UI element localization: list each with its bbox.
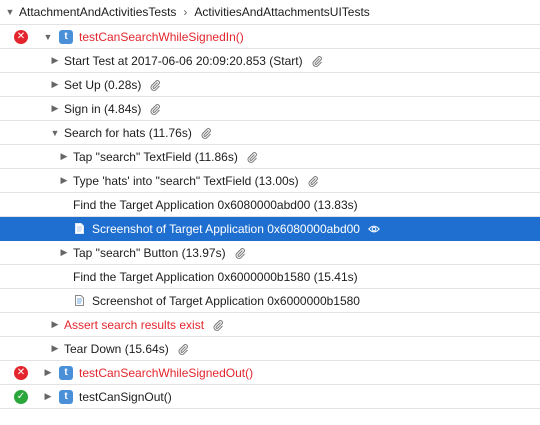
- test-badge-icon: t: [59, 389, 73, 404]
- disclosure-closed-icon[interactable]: ▶: [48, 79, 62, 90]
- step-label: Tap "search" TextField (11.86s): [73, 149, 238, 164]
- paperclip-icon[interactable]: [177, 343, 189, 355]
- screenshot-row-1[interactable]: Screenshot of Target Application 0x60800…: [0, 217, 540, 241]
- step-row-tap-search-button[interactable]: ▶ Tap "search" Button (13.97s): [0, 241, 540, 265]
- disclosure-closed-icon[interactable]: ▶: [41, 367, 55, 378]
- step-row-find-app-2[interactable]: Find the Target Application 0x6000000b15…: [0, 265, 540, 289]
- disclosure-closed-icon[interactable]: ▶: [57, 175, 71, 186]
- test-name: testCanSignOut(): [79, 389, 172, 404]
- step-label: Set Up (0.28s): [64, 77, 142, 92]
- paperclip-icon[interactable]: [149, 103, 161, 115]
- disclosure-closed-icon[interactable]: ▶: [57, 151, 71, 162]
- step-label: Assert search results exist: [64, 317, 205, 332]
- step-label: Tap "search" Button (13.97s): [73, 245, 226, 260]
- test-badge-icon: t: [59, 365, 73, 380]
- test-report-outline: ▼ AttachmentAndActivitiesTests › Activit…: [0, 0, 540, 425]
- disclosure-closed-icon[interactable]: ▶: [48, 319, 62, 330]
- disclosure-open-icon[interactable]: ▼: [41, 32, 55, 42]
- disclosure-closed-icon[interactable]: ▶: [48, 55, 62, 66]
- breadcrumb: ▼ AttachmentAndActivitiesTests › Activit…: [0, 0, 540, 25]
- test-name: testCanSearchWhileSignedIn(): [79, 29, 244, 44]
- step-label: Sign in (4.84s): [64, 101, 142, 116]
- disclosure-closed-icon[interactable]: ▶: [48, 103, 62, 114]
- step-row-set-up[interactable]: ▶ Set Up (0.28s): [0, 73, 540, 97]
- step-label: Search for hats (11.76s): [64, 125, 192, 140]
- breadcrumb-parent[interactable]: AttachmentAndActivitiesTests: [19, 5, 176, 19]
- paperclip-icon[interactable]: [212, 319, 224, 331]
- step-row-search-hats[interactable]: ▼ Search for hats (11.76s): [0, 121, 540, 145]
- test-badge-icon: t: [59, 29, 73, 44]
- breadcrumb-current[interactable]: ActivitiesAndAttachmentsUITests: [194, 5, 369, 19]
- step-row-find-app-1[interactable]: Find the Target Application 0x6080000abd…: [0, 193, 540, 217]
- step-row-start-test[interactable]: ▶ Start Test at 2017-06-06 20:09:20.853 …: [0, 49, 540, 73]
- test-name: testCanSearchWhileSignedOut(): [79, 365, 254, 380]
- test-row-search-signed-in[interactable]: ✕ ▼ t testCanSearchWhileSignedIn(): [0, 25, 540, 49]
- paperclip-icon[interactable]: [149, 79, 161, 91]
- disclosure-closed-icon[interactable]: ▶: [41, 391, 55, 402]
- step-row-tap-search-field[interactable]: ▶ Tap "search" TextField (11.86s): [0, 145, 540, 169]
- eye-icon[interactable]: [368, 224, 380, 234]
- failure-status-icon: ✕: [14, 29, 28, 44]
- step-row-sign-in[interactable]: ▶ Sign in (4.84s): [0, 97, 540, 121]
- test-row-search-signed-out[interactable]: ✕ ▶ t testCanSearchWhileSignedOut(): [0, 361, 540, 385]
- disclosure-closed-icon[interactable]: ▶: [57, 247, 71, 258]
- disclosure-open-icon[interactable]: ▼: [3, 7, 17, 17]
- step-row-assert-results[interactable]: ▶ Assert search results exist: [0, 313, 540, 337]
- step-label: Find the Target Application 0x6080000abd…: [73, 197, 358, 212]
- disclosure-closed-icon[interactable]: ▶: [48, 343, 62, 354]
- step-label: Tear Down (15.64s): [64, 341, 169, 356]
- success-status-icon: ✓: [14, 389, 28, 404]
- screenshot-label: Screenshot of Target Application 0x60000…: [92, 293, 360, 308]
- paperclip-icon[interactable]: [200, 127, 212, 139]
- step-label: Find the Target Application 0x6000000b15…: [73, 269, 358, 284]
- breadcrumb-separator: ›: [183, 5, 188, 19]
- step-row-type-hats[interactable]: ▶ Type 'hats' into "search" TextField (1…: [0, 169, 540, 193]
- paperclip-icon[interactable]: [246, 151, 258, 163]
- screenshot-row-2[interactable]: Screenshot of Target Application 0x60000…: [0, 289, 540, 313]
- disclosure-open-icon[interactable]: ▼: [48, 128, 62, 138]
- paperclip-icon[interactable]: [307, 175, 319, 187]
- failure-status-icon: ✕: [14, 365, 28, 380]
- step-label: Start Test at 2017-06-06 20:09:20.853 (S…: [64, 53, 303, 68]
- document-icon: [75, 295, 84, 306]
- step-row-tear-down[interactable]: ▶ Tear Down (15.64s): [0, 337, 540, 361]
- test-row-sign-out[interactable]: ✓ ▶ t testCanSignOut(): [0, 385, 540, 409]
- paperclip-icon[interactable]: [234, 247, 246, 259]
- step-label: Type 'hats' into "search" TextField (13.…: [73, 173, 299, 188]
- screenshot-label: Screenshot of Target Application 0x60800…: [92, 221, 360, 236]
- document-icon: [75, 223, 84, 234]
- paperclip-icon[interactable]: [311, 55, 323, 67]
